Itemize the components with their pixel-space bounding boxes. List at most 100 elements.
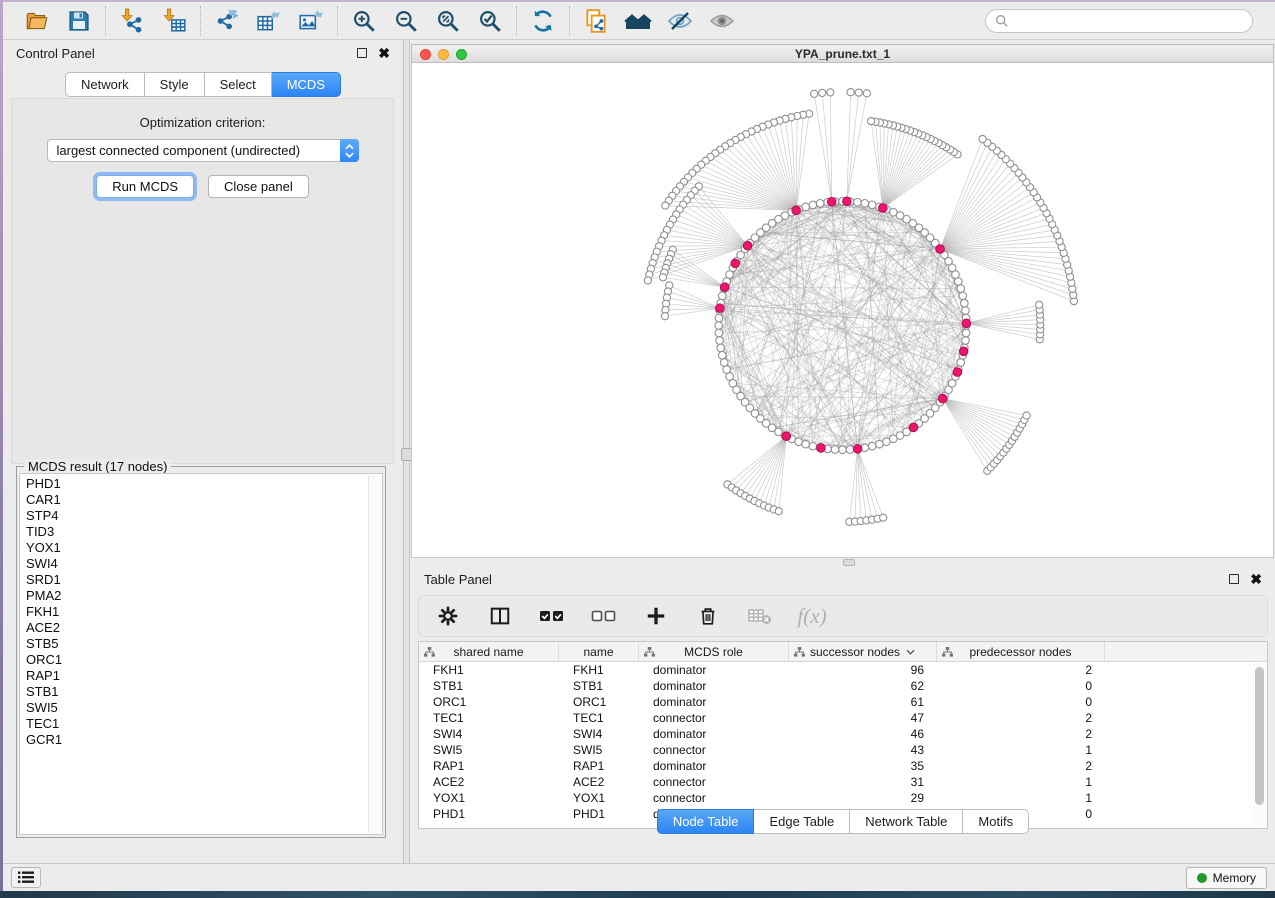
table-row[interactable]: STB1STB1dominator620 <box>419 678 1267 694</box>
network-node[interactable] <box>795 438 803 446</box>
export-image-icon[interactable] <box>297 7 325 35</box>
network-node[interactable] <box>957 359 965 367</box>
search-input[interactable] <box>1014 14 1243 28</box>
mcds-hub-node[interactable] <box>782 432 791 441</box>
zoom-fit-icon[interactable] <box>434 7 462 35</box>
network-node[interactable] <box>962 329 970 337</box>
tab-style[interactable]: Style <box>145 72 205 97</box>
network-leaf-node[interactable] <box>1023 412 1030 419</box>
close-panel-icon[interactable]: ✖ <box>378 48 390 58</box>
export-table-icon[interactable] <box>255 7 283 35</box>
zoom-selected-icon[interactable] <box>476 7 504 35</box>
network-node[interactable] <box>959 292 967 300</box>
mcds-hub-node[interactable] <box>792 206 801 215</box>
network-leaf-node[interactable] <box>855 89 862 96</box>
float-panel-icon[interactable] <box>357 48 367 58</box>
column-header-successor-nodes[interactable]: successor nodes <box>789 642 937 661</box>
mcds-hub-node[interactable] <box>936 245 945 254</box>
network-leaf-node[interactable] <box>775 508 782 515</box>
network-node[interactable] <box>809 201 817 209</box>
network-node[interactable] <box>831 446 839 454</box>
add-column-icon[interactable] <box>641 601 671 631</box>
export-network-icon[interactable] <box>213 7 241 35</box>
network-node[interactable] <box>715 322 723 330</box>
mcds-hub-node[interactable] <box>731 259 740 268</box>
mcds-hub-node[interactable] <box>843 197 852 206</box>
network-leaf-node[interactable] <box>827 89 834 96</box>
network-graph[interactable] <box>412 63 1273 557</box>
open-file-icon[interactable] <box>23 7 51 35</box>
network-leaf-node[interactable] <box>819 89 826 96</box>
mcds-hub-node[interactable] <box>743 241 752 250</box>
mcds-result-list[interactable]: PHD1CAR1STP4TID3YOX1SWI4SRD1PMA2FKH1ACE2… <box>19 473 383 835</box>
network-node[interactable] <box>846 446 854 454</box>
float-table-panel-icon[interactable] <box>1229 574 1239 584</box>
network-leaf-node[interactable] <box>847 89 854 96</box>
column-header-MCDS-role[interactable]: MCDS role <box>639 642 789 661</box>
refresh-layout-icon[interactable] <box>529 7 557 35</box>
import-network-icon[interactable] <box>118 7 146 35</box>
network-node[interactable] <box>816 200 824 208</box>
memory-button[interactable]: Memory <box>1186 867 1267 889</box>
table-row[interactable]: FKH1FKH1dominator962 <box>419 662 1267 678</box>
column-header-shared-name[interactable]: shared name <box>419 642 559 661</box>
network-node[interactable] <box>839 446 847 454</box>
first-neighbors-icon[interactable] <box>624 7 652 35</box>
network-node[interactable] <box>962 337 970 345</box>
copy-network-icon[interactable] <box>582 7 610 35</box>
show-panels-list-button[interactable] <box>11 867 41 888</box>
select-all-rows-icon[interactable] <box>537 601 567 631</box>
mcds-result-item[interactable]: CAR1 <box>26 492 368 508</box>
network-node[interactable] <box>720 359 728 367</box>
network-node[interactable] <box>802 203 810 211</box>
table-row[interactable]: YOX1YOX1connector291 <box>419 790 1267 806</box>
mcds-result-item[interactable]: SWI4 <box>26 556 368 572</box>
mcds-result-item[interactable]: STB1 <box>26 684 368 700</box>
network-leaf-node[interactable] <box>661 313 668 320</box>
mcds-result-item[interactable]: STB5 <box>26 636 368 652</box>
network-canvas[interactable] <box>411 63 1274 558</box>
save-session-icon[interactable] <box>65 7 93 35</box>
delete-column-icon[interactable] <box>693 601 723 631</box>
mcds-hub-node[interactable] <box>879 204 888 213</box>
tab-mcds[interactable]: MCDS <box>272 72 341 97</box>
network-leaf-node[interactable] <box>979 135 986 142</box>
table-tab-network-table[interactable]: Network Table <box>850 809 963 834</box>
run-mcds-button[interactable]: Run MCDS <box>96 175 194 198</box>
show-column-panel-icon[interactable] <box>485 601 515 631</box>
window-zoom-traffic-light[interactable] <box>456 49 467 60</box>
network-node[interactable] <box>715 329 723 337</box>
table-tab-node-table[interactable]: Node Table <box>657 809 755 834</box>
column-header-predecessor-nodes[interactable]: predecessor nodes <box>937 642 1105 661</box>
zoom-in-icon[interactable] <box>350 7 378 35</box>
network-node[interactable] <box>868 201 876 209</box>
network-node[interactable] <box>809 442 817 450</box>
network-node[interactable] <box>868 442 876 450</box>
horizontal-splitter[interactable] <box>411 558 1275 566</box>
network-node[interactable] <box>854 198 862 206</box>
table-row[interactable]: SWI4SWI4dominator462 <box>419 726 1267 742</box>
network-leaf-node[interactable] <box>1036 301 1043 308</box>
table-row[interactable]: ORC1ORC1dominator610 <box>419 694 1267 710</box>
table-tab-motifs[interactable]: Motifs <box>963 809 1029 834</box>
mcds-hub-node[interactable] <box>938 394 947 403</box>
hide-selected-icon[interactable] <box>666 7 694 35</box>
table-settings-gear-icon[interactable] <box>433 601 463 631</box>
mcds-list-scrollbar[interactable] <box>368 475 381 833</box>
network-node[interactable] <box>861 200 869 208</box>
mcds-result-item[interactable]: ORC1 <box>26 652 368 668</box>
mcds-hub-node[interactable] <box>959 347 968 356</box>
network-node[interactable] <box>715 314 723 322</box>
network-node[interactable] <box>716 337 724 345</box>
network-node[interactable] <box>717 344 725 352</box>
close-panel-button[interactable]: Close panel <box>208 175 309 198</box>
import-table-icon[interactable] <box>160 7 188 35</box>
close-table-panel-icon[interactable]: ✖ <box>1250 574 1262 584</box>
mcds-hub-node[interactable] <box>817 444 826 453</box>
optimization-criterion-select[interactable]: largest connected component (undirected) <box>47 139 359 162</box>
tab-select[interactable]: Select <box>205 72 272 97</box>
table-row[interactable]: ACE2ACE2connector311 <box>419 774 1267 790</box>
network-leaf-node[interactable] <box>644 277 651 284</box>
vertical-splitter[interactable] <box>404 40 410 863</box>
network-node[interactable] <box>876 440 884 448</box>
